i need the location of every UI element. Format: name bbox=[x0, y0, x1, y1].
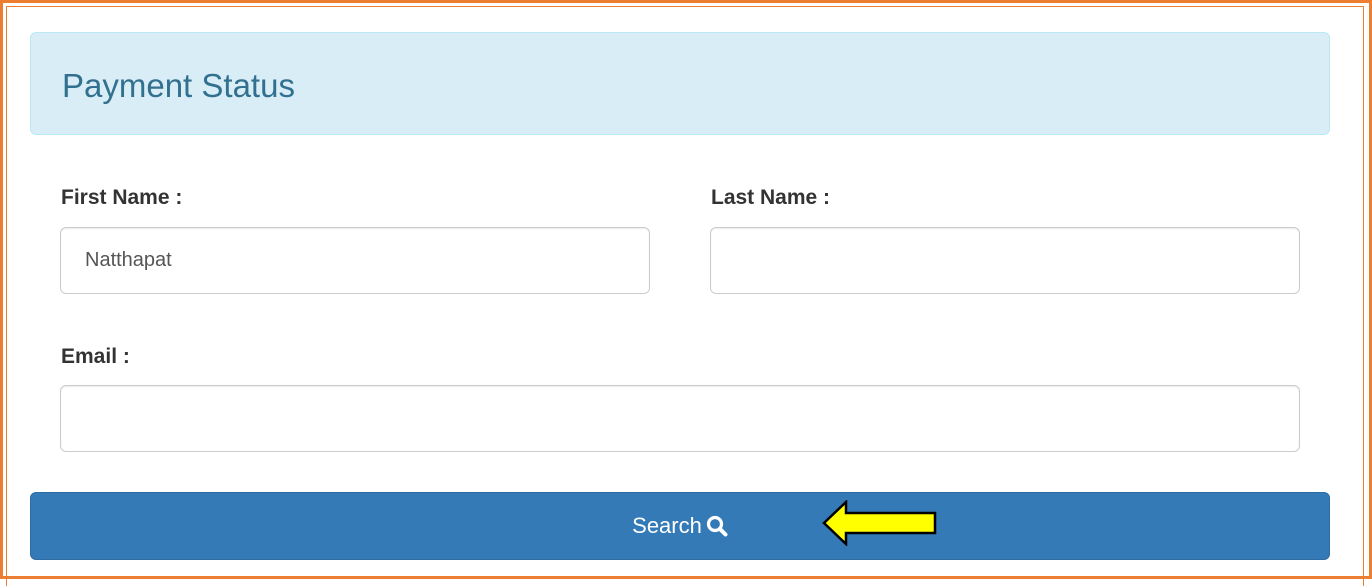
arrow-left-icon bbox=[822, 500, 937, 546]
last-name-label: Last Name : bbox=[711, 186, 831, 209]
search-button-label: Search bbox=[632, 513, 702, 538]
search-button[interactable]: Search bbox=[30, 492, 1330, 560]
email-label: Email : bbox=[61, 345, 130, 368]
email-input[interactable] bbox=[60, 385, 1300, 452]
search-icon bbox=[706, 515, 728, 537]
last-name-input[interactable] bbox=[710, 227, 1300, 294]
panel-heading: Payment Status bbox=[30, 32, 1330, 135]
first-name-input[interactable] bbox=[60, 227, 650, 294]
page-title: Payment Status bbox=[62, 67, 295, 104]
first-name-label: First Name : bbox=[61, 186, 183, 209]
